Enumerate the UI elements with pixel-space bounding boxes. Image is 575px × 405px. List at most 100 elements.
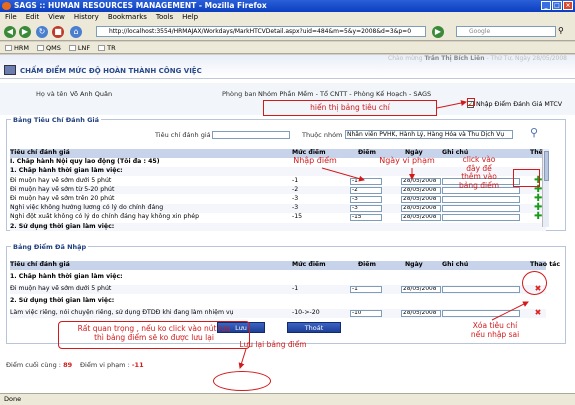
minimize-button[interactable]: _ (541, 1, 551, 10)
point-input[interactable]: -15 (350, 214, 382, 222)
column-header: Điểm (358, 261, 376, 268)
score-level: -15 (292, 213, 303, 221)
group-select[interactable]: Nhân viên PVHK, Hành Lý, Hàng Hóa và Thu… (345, 130, 513, 139)
forward-icon[interactable]: ▶ (19, 26, 31, 38)
close-button[interactable]: × (563, 1, 573, 10)
name-value: Võ Anh Quân (70, 90, 113, 98)
annotation-violation-date: Ngày vi phạm (379, 156, 435, 165)
point-input[interactable]: -2 (350, 186, 382, 194)
annotation-show-criteria: hiển thị bảng tiêu chí (310, 103, 390, 112)
annotation-save-table: Lưu lại bảng điểm (239, 340, 307, 349)
page-title-icon (4, 65, 16, 75)
menu-help[interactable]: Help (182, 12, 198, 23)
column-header: Tiêu chí đánh giá (10, 149, 70, 156)
bookmark-lnf[interactable]: LNF (68, 44, 90, 52)
table-row: Làm việc riêng, nói chuyện riêng, sử dụn… (10, 309, 546, 318)
go-icon[interactable]: ▶ (432, 26, 444, 38)
search-input[interactable]: Google (456, 26, 556, 37)
search-icon[interactable]: ⚲ (558, 26, 564, 35)
bookmark-hrm[interactable]: HRM (5, 44, 29, 52)
table-row: Đi muộn hay về sớm trên 20 phút -3 -3 28/05… (10, 194, 546, 204)
bookmark-qms[interactable]: QMS (37, 44, 61, 52)
table-header-row: Tiêu chí đánh giá Mức điểm Điểm Ngày Ghi chú… (10, 261, 560, 270)
welcome-text: Chào mừng Trần Thị Bích Liên - Thứ Tư, N… (388, 55, 567, 62)
note-input[interactable] (442, 205, 520, 213)
criterion-name: Đi muộn hay về sớm trên 20 phút (10, 195, 115, 202)
firefox-icon (2, 2, 11, 10)
exit-button[interactable]: Thoát (287, 322, 341, 333)
violation-score-value: -11 (131, 361, 144, 369)
score-level: -3 (292, 195, 299, 202)
column-header: Ngày (405, 261, 423, 268)
point-input[interactable]: -3 (350, 205, 382, 213)
add-icon[interactable]: ✚ (534, 212, 542, 222)
date-input[interactable]: 28/05/2008 (401, 196, 441, 203)
menu-file[interactable]: File (5, 12, 17, 23)
page-icon (98, 44, 106, 51)
criteria-filter-label: Tiêu chí đánh giá (155, 131, 211, 139)
menu-history[interactable]: History (74, 12, 99, 23)
annotation-important: Rất quan trọng , nếu ko click vào nút lư… (77, 324, 231, 342)
score-level: -2 (292, 185, 299, 193)
violation-score-label: Điểm vi phạm : -11 (80, 361, 144, 369)
criterion-name: Đi muộn hay về sớm dưới 5 phút (10, 176, 112, 184)
criteria-filter-input[interactable] (212, 131, 290, 139)
bookmark-tr[interactable]: TR (98, 44, 116, 52)
score-level: -1 (292, 285, 299, 292)
criterion-name: 2. Sử dụng thời gian làm việc: (10, 222, 115, 230)
score-level: -3 (292, 204, 299, 212)
table-row: Nghỉ đột xuất không có lý do chính đáng … (10, 212, 546, 222)
bookmarks-bar: HRM QMS LNF TR (0, 42, 575, 54)
note-input[interactable] (442, 310, 520, 317)
menu-edit[interactable]: Edit (26, 12, 40, 23)
criteria-scrollbar[interactable] (542, 149, 549, 227)
criterion-name: Đi muộn hay về sớm từ 5-20 phút (10, 185, 115, 193)
delete-icon[interactable]: ✖ (534, 309, 542, 317)
menu-tools[interactable]: Tools (156, 12, 173, 23)
stop-icon[interactable]: ■ (52, 26, 64, 38)
menu-bookmarks[interactable]: Bookmarks (108, 12, 147, 23)
window-titlebar: SAGS :: HUMAN RESOURCES MANAGEMENT - Moz… (0, 0, 575, 12)
annotation-box-checkbox (467, 98, 475, 106)
point-input[interactable]: -1 (350, 177, 382, 185)
url-bar[interactable]: http://localhost:3554/HRMAJAX/Workdays/M… (96, 26, 426, 37)
maximize-button[interactable]: □ (552, 1, 562, 10)
final-score-value: 89 (63, 361, 73, 369)
date-input[interactable]: 28/05/2008 (401, 214, 441, 222)
menu-bar: File Edit View History Bookmarks Tools H… (0, 12, 575, 23)
note-input[interactable] (442, 196, 520, 203)
table-row: 2. Sử dụng thời gian làm việc: (10, 297, 546, 306)
date-input[interactable]: 28/05/2008 (401, 205, 441, 213)
navigation-toolbar: ◀ ▶ ↻ ■ ⌂ http://localhost:3554/HRMAJAX/… (0, 23, 575, 41)
score-level: -1 (292, 176, 299, 184)
column-header: Mức điểm (292, 261, 326, 268)
column-header: Tiêu chí đánh giá (10, 261, 70, 268)
date-input[interactable]: 28/05/2008 (401, 286, 441, 293)
page-icon (68, 44, 76, 51)
note-input[interactable] (442, 286, 520, 293)
date-input[interactable]: 28/05/2008 (401, 186, 441, 194)
column-header: Thao tác (530, 261, 561, 268)
scroll-thumb[interactable] (544, 151, 549, 181)
criterion-name: Làm việc riêng, nói chuyện riêng, sử dụn… (10, 309, 234, 316)
status-bar: Done (0, 393, 575, 405)
page-header: Chào mừng Trần Thị Bích Liên - Thứ Tư, N… (0, 55, 575, 79)
department-value: Nhóm Phần Mềm - Tổ CNTT - Phòng Kế Hoạch… (258, 90, 432, 98)
final-score-label: Điểm cuối cùng : 89 (6, 361, 73, 369)
point-input[interactable]: -3 (350, 196, 382, 203)
point-input[interactable]: -1 (350, 286, 382, 293)
point-input[interactable]: -10 (350, 310, 382, 317)
home-icon[interactable]: ⌂ (70, 26, 82, 38)
back-icon[interactable]: ◀ (4, 26, 16, 38)
criterion-name: 2. Sử dụng thời gian làm việc: (10, 297, 115, 304)
date-input[interactable]: 28/05/2008 (401, 310, 441, 317)
reload-icon[interactable]: ↻ (36, 26, 48, 38)
criterion-name: 1. Chấp hành thời gian làm việc: (10, 167, 123, 175)
criteria-section-title: Bảng Tiêu Chí Đánh Giá (11, 116, 102, 124)
menu-view[interactable]: View (48, 12, 65, 23)
date-input[interactable]: 28/05/2008 (401, 177, 441, 185)
enter-score-toggle[interactable]: ✓ Nhập Điểm Đánh Giá MTCV (467, 101, 562, 108)
criterion-name: Nghỉ đột xuất không có lý do chính đáng … (10, 213, 200, 221)
search-icon[interactable]: ⚲ (530, 126, 538, 139)
note-input[interactable] (442, 214, 520, 222)
